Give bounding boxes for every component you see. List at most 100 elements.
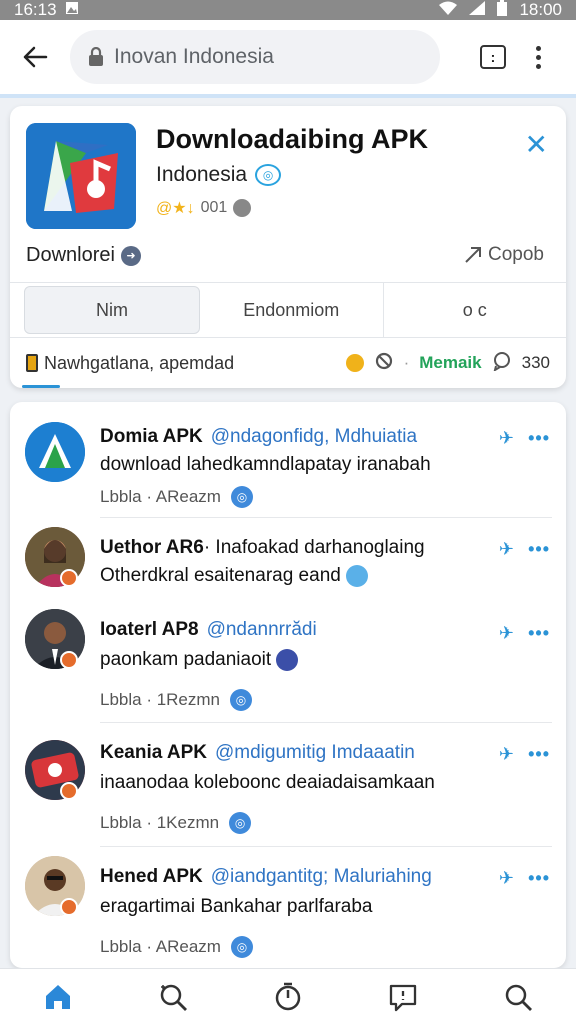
pin-icon[interactable]: ✈ (499, 623, 514, 644)
home-icon (45, 984, 70, 1009)
status-time-right: 18:00 (519, 0, 562, 19)
copy-button[interactable]: Copob (464, 244, 544, 266)
battery-icon (497, 0, 508, 21)
message-icon (390, 984, 417, 1011)
nav-explore-button[interactable] (149, 973, 197, 1021)
divider (100, 722, 552, 723)
post-author[interactable]: Uethor AR6 (100, 537, 204, 558)
verified-badge-icon: ◎ (230, 689, 253, 711)
back-button[interactable] (0, 20, 70, 94)
avatar-badge-icon (60, 898, 78, 916)
post-body: paonkam padaniaoit (100, 649, 299, 671)
post-header: Ioaterl AP8 @ndannrrădi (100, 619, 317, 641)
segmented-control: Nim Endonmiom o c (10, 282, 566, 338)
post-meta: Lbbla · AReazm ◎ (100, 936, 253, 958)
post-author[interactable]: Keania APK (100, 742, 207, 763)
menu-dot (536, 63, 541, 69)
block-icon[interactable] (374, 351, 394, 376)
post-author[interactable]: Ioaterl AP8 (100, 619, 199, 640)
more-options-icon[interactable]: ••• (528, 428, 550, 449)
url-text: Inovan Indonesia (114, 45, 274, 68)
more-options-icon[interactable]: ••• (528, 868, 550, 889)
nav-activity-button[interactable] (264, 973, 312, 1021)
copy-label: Copob (488, 244, 544, 265)
more-options-icon[interactable]: ••• (528, 623, 550, 644)
coin-icon (345, 354, 364, 372)
status-time-left: 16:13 (14, 0, 57, 19)
footer-label[interactable]: Memaik (419, 353, 481, 373)
post-handle[interactable]: @iandgantitg; Maluriahing (211, 866, 432, 887)
nav-search-button[interactable] (494, 973, 542, 1021)
menu-dot (536, 54, 541, 60)
comment-icon[interactable] (492, 351, 512, 376)
tab-count-icon: : (490, 49, 496, 65)
verified-icon: ◎ (255, 164, 282, 186)
tab-segment-3[interactable]: o c (384, 286, 567, 334)
tab-segment-1[interactable]: Nim (24, 286, 200, 334)
post-handle[interactable]: @ndannrrădi (207, 619, 317, 640)
download-label[interactable]: Downlorei ➜ (26, 244, 141, 267)
post-header: Domia APK @ndagonfidg, Mdhuiatia (100, 426, 417, 448)
verified-badge-icon: ◎ (230, 486, 253, 508)
page-load-bar (0, 94, 576, 98)
rating-text: 001 (200, 199, 228, 216)
post-body-text: paonkam padaniaoit (100, 649, 272, 671)
signal-icon (469, 0, 486, 20)
post-meta: Lbbla · 1Kezmn ◎ (100, 812, 252, 834)
post-header: Keania APK @mdigumitig Imdaaatin (100, 742, 415, 764)
tab-segment-2[interactable]: Endonmiom (200, 286, 383, 334)
post-handle[interactable]: · Inafoakad darhanoglaing (204, 537, 425, 558)
post-handle[interactable]: @mdigumitig Imdaaatin (215, 742, 415, 763)
app-rating: @★↓ 001 (156, 198, 252, 218)
post-handle[interactable]: @ndagonfidg, Mdhuiatia (211, 426, 417, 447)
download-arrow-icon: ➜ (120, 245, 141, 266)
feed-list: Domia APK @ndagonfidg, Mdhuiatia download… (10, 402, 566, 968)
bookmark-icon (26, 354, 38, 372)
more-options-icon[interactable]: ••• (528, 744, 550, 765)
nav-home-button[interactable] (34, 973, 82, 1021)
post-body: inaanodaa koleboonc deaiadaisamkaan (100, 772, 435, 793)
more-options-icon[interactable]: ••• (528, 539, 550, 560)
post-meta-text: Lbbla · 1Kezmn (100, 813, 220, 832)
share-arrow-icon (465, 247, 481, 263)
download-label-text: Downlorei (26, 244, 115, 266)
browser-toolbar: Inovan Indonesia : (0, 20, 576, 94)
app-card-footer: Nawhgatlana, apemdad · Memaik 330 (10, 338, 566, 388)
search-icon (506, 984, 533, 1011)
arrow-left-icon (23, 46, 48, 68)
post-body: eragartimai Bankahar parlfaraba (100, 896, 373, 917)
pin-icon[interactable]: ✈ (499, 428, 514, 449)
nav-messages-button[interactable] (379, 973, 427, 1021)
search-icon (160, 984, 187, 1011)
close-button[interactable]: ✕ (525, 128, 548, 161)
card-progress-indicator (22, 385, 60, 388)
app-card: Downloadaibing APK Indonesia ◎ @★↓ 001 ✕… (10, 106, 566, 388)
post-author[interactable]: Domia APK (100, 426, 203, 447)
emoji-icon (346, 565, 369, 587)
avatar-badge-icon (60, 651, 78, 669)
timer-icon (275, 982, 301, 1010)
app-region: Indonesia (156, 163, 248, 186)
post-header: Hened APK @iandgantitg; Maluriahing (100, 866, 432, 888)
pin-icon[interactable]: ✈ (499, 868, 514, 889)
divider (100, 846, 552, 847)
post-body: Otherdkral esaitenarag eand (100, 565, 369, 587)
address-bar[interactable]: Inovan Indonesia (70, 30, 440, 84)
post-meta: Lbbla · 1Rezmn ◎ (100, 689, 253, 711)
footer-text: Nawhgatlana, apemdad (44, 352, 235, 373)
overflow-menu-button[interactable] (536, 45, 541, 69)
app-logo-icon (26, 123, 136, 229)
avatar (25, 422, 85, 482)
post-author[interactable]: Hened APK (100, 866, 203, 887)
emoji-icon (276, 649, 299, 671)
tab-switcher-button[interactable]: : (480, 45, 506, 69)
post-body: download lahedkamndlapatay iranabah (100, 454, 431, 475)
pin-icon[interactable]: ✈ (499, 744, 514, 765)
separator-dot: · (403, 353, 410, 372)
star-rating-icon: @★↓ (156, 200, 195, 217)
status-bar: 16:13 18:00 (0, 0, 576, 20)
avatar-badge-icon (60, 782, 78, 800)
divider (100, 517, 552, 518)
post-meta: Lbbla · AReazm ◎ (100, 486, 253, 508)
pin-icon[interactable]: ✈ (499, 539, 514, 560)
